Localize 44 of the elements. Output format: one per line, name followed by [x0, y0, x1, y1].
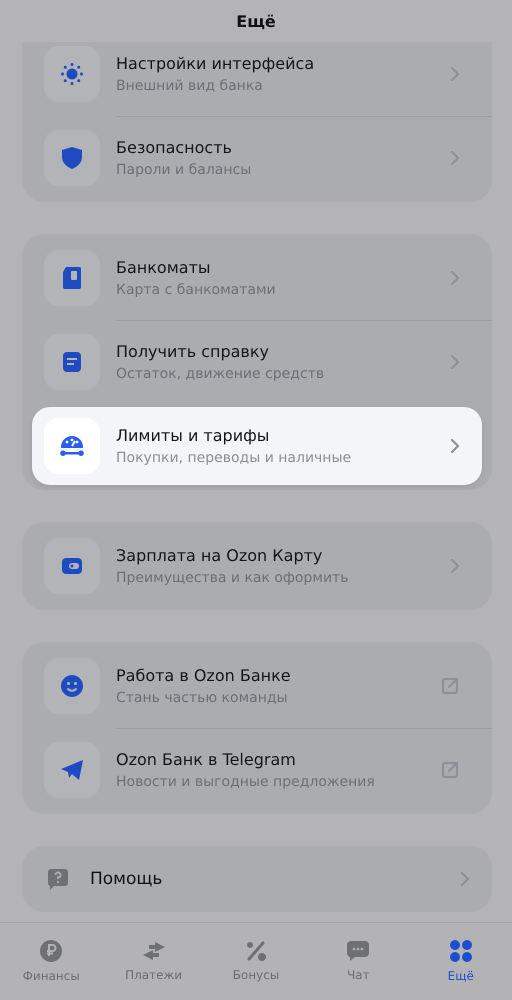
item-title: Работа в Ozon Банке — [116, 666, 292, 685]
item-subtitle: Преимущества и как оформить — [116, 570, 350, 586]
percent-icon — [244, 940, 267, 962]
external-link-icon — [440, 676, 460, 696]
item-subtitle: Внешний вид банка — [116, 78, 264, 94]
item-subtitle: Карта с банкоматами — [116, 282, 277, 298]
chevron-icon — [450, 270, 460, 286]
external-link-icon — [440, 760, 460, 780]
shield-icon — [44, 130, 100, 186]
item-subtitle: Покупки, переводы и наличные — [116, 450, 352, 466]
smiley-icon — [44, 658, 100, 714]
item-title: Настройки интерфейса — [116, 54, 316, 73]
menu-item[interactable]: Лимиты и тарифы Покупки, переводы и наличные — [32, 407, 482, 485]
grid-icon — [448, 938, 473, 962]
item-title: Банкоматы — [116, 258, 212, 277]
ruble-coin-icon — [39, 938, 64, 962]
plane-icon — [44, 742, 100, 798]
menu-item[interactable]: Настройки интерфейса Внешний вид банка — [32, 42, 482, 116]
item-title: Лимиты и тарифы — [116, 426, 270, 445]
screen-title: Ещё — [236, 12, 276, 30]
item-title: Ozon Банк в Telegram — [116, 750, 297, 769]
chevron-icon — [450, 150, 460, 166]
menu-item[interactable]: Банкоматы Карта с банкоматами — [32, 236, 482, 320]
document-icon — [44, 334, 100, 390]
menu-item[interactable]: Зарплата на Ozon Карту Преимущества и как оформить — [32, 524, 482, 608]
item-title: Зарплата на Ozon Карту — [116, 546, 324, 565]
help-item[interactable]: Помощь — [22, 846, 492, 912]
gauge-icon — [44, 418, 100, 474]
chevron-icon — [450, 354, 460, 370]
item-subtitle: Остаток, движение средств — [116, 366, 326, 382]
chat-icon — [346, 940, 370, 962]
item-title: Безопасность — [116, 138, 233, 157]
question-icon — [46, 867, 70, 891]
sun-icon — [44, 46, 100, 102]
chevron-icon — [450, 438, 460, 454]
item-title: Получить справку — [116, 342, 270, 361]
chevron-icon — [450, 66, 460, 82]
arrows-icon — [140, 940, 167, 962]
item-subtitle: Пароли и балансы — [116, 162, 252, 178]
chevron-icon — [450, 558, 460, 574]
item-subtitle: Стань частью команды — [116, 690, 289, 706]
item-subtitle: Новости и выгодные предложения — [116, 774, 376, 790]
chevron-icon — [460, 871, 470, 887]
menu-item[interactable]: Работа в Ozon Банке Стань частью команды — [32, 644, 482, 728]
